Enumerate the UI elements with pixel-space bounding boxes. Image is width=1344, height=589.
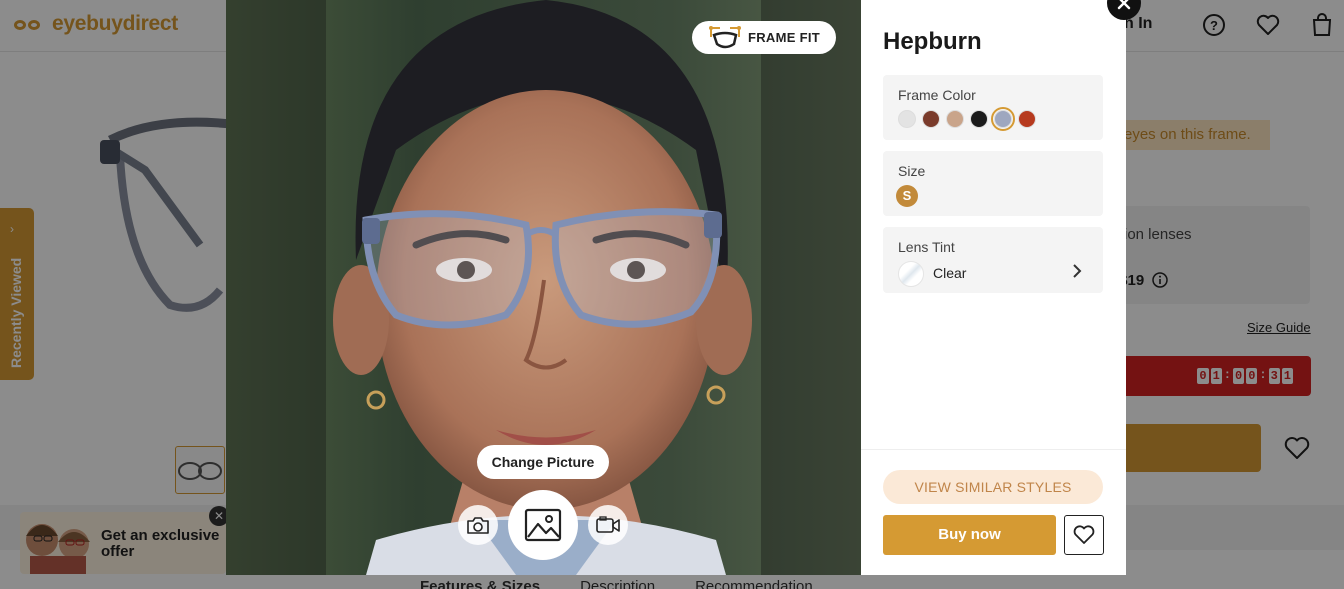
color-swatch[interactable] (1018, 110, 1036, 128)
try-on-photo (226, 0, 861, 575)
view-similar-styles-button[interactable]: VIEW SIMILAR STYLES (883, 470, 1103, 504)
size-option-s[interactable]: S (896, 185, 918, 207)
heart-icon (1073, 525, 1095, 544)
frame-fit-icon (709, 25, 741, 48)
frame-color-label: Frame Color (898, 87, 976, 103)
size-card: Size S (883, 151, 1103, 216)
color-swatch[interactable] (922, 110, 940, 128)
virtual-try-on-modal: FRAME FIT Change Picture Hepburn Frame C… (226, 0, 1141, 575)
take-photo-button[interactable] (458, 505, 498, 545)
add-to-wishlist-button[interactable] (1064, 515, 1104, 555)
close-icon (1117, 0, 1131, 10)
frame-fit-label: FRAME FIT (748, 30, 821, 45)
video-camera-icon (596, 516, 620, 533)
product-name: Hepburn (883, 28, 982, 55)
image-gallery-icon (524, 508, 562, 542)
upload-picture-button[interactable] (508, 490, 578, 560)
chevron-right-icon (1073, 264, 1082, 278)
color-swatch[interactable] (970, 110, 988, 128)
lens-tint-card[interactable]: Lens Tint Clear (883, 227, 1103, 293)
color-swatches (898, 107, 1036, 131)
clear-tint-icon (898, 261, 924, 287)
buy-now-button[interactable]: Buy now (883, 515, 1056, 555)
color-swatch[interactable] (946, 110, 964, 128)
divider (861, 449, 1126, 450)
size-label: Size (898, 163, 926, 179)
frame-fit-button[interactable]: FRAME FIT (692, 21, 836, 54)
camera-icon (467, 517, 489, 534)
color-swatch[interactable] (991, 107, 1015, 131)
frame-color-card: Frame Color (883, 75, 1103, 140)
lens-tint-label: Lens Tint (898, 239, 955, 255)
product-options-panel: Hepburn Frame Color Size S Lens Tint Cle… (861, 0, 1126, 575)
change-picture-button[interactable]: Change Picture (477, 445, 609, 479)
color-swatch[interactable] (898, 110, 916, 128)
lens-tint-value: Clear (933, 265, 967, 281)
live-video-button[interactable] (588, 505, 628, 545)
